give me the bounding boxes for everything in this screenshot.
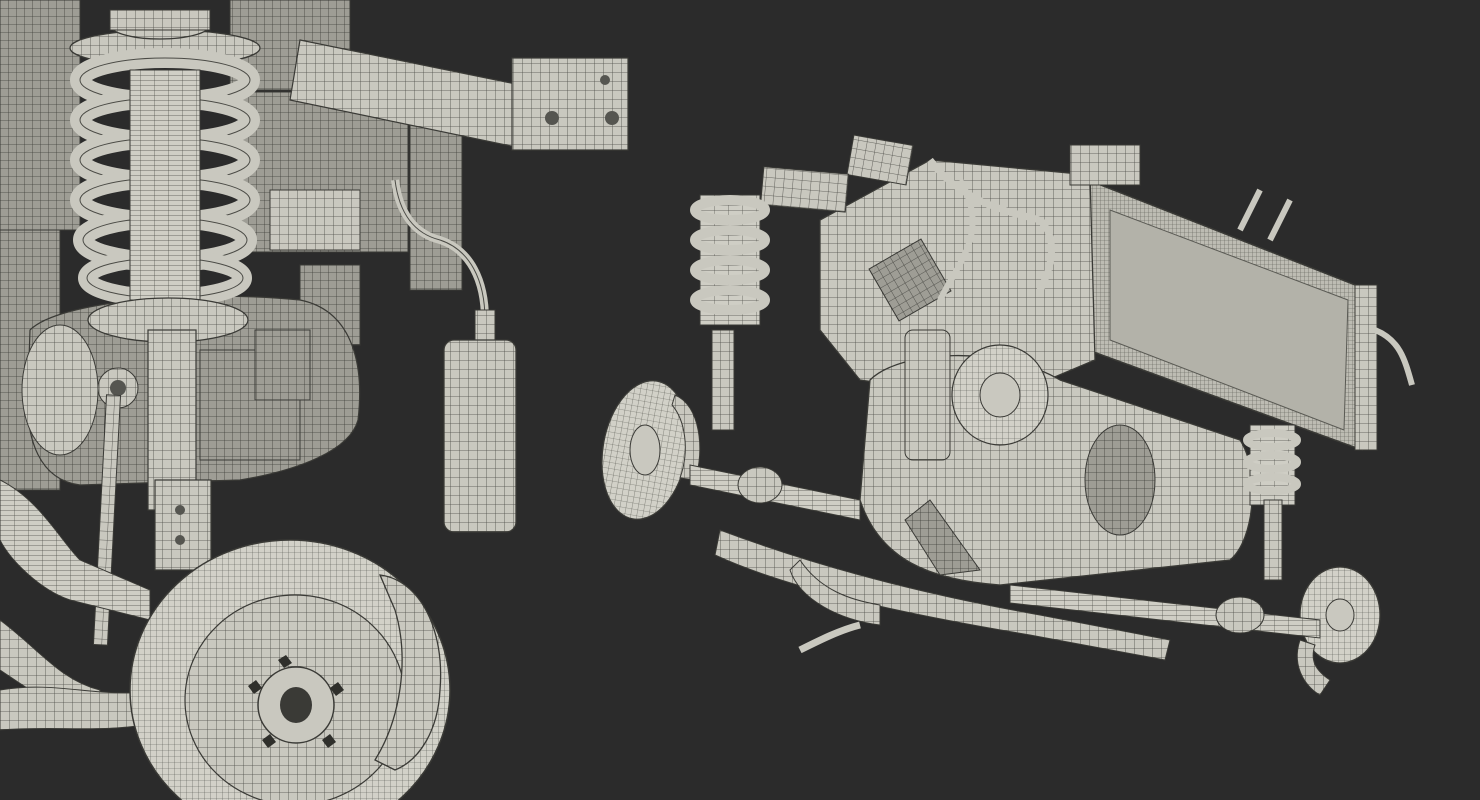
fluid-canister-small bbox=[904, 329, 951, 461]
brake-disc-left bbox=[601, 380, 701, 520]
coil-spring-left bbox=[690, 194, 770, 431]
rear-bracket bbox=[254, 329, 311, 401]
coil-spring bbox=[70, 48, 260, 307]
render-viewport bbox=[0, 0, 1480, 800]
drive-shaft bbox=[0, 479, 151, 721]
coil-spring-right bbox=[1243, 424, 1301, 581]
wireframe-render bbox=[0, 0, 1415, 800]
right-engine-assembly bbox=[601, 134, 1415, 696]
left-suspension-assembly bbox=[0, 0, 629, 800]
